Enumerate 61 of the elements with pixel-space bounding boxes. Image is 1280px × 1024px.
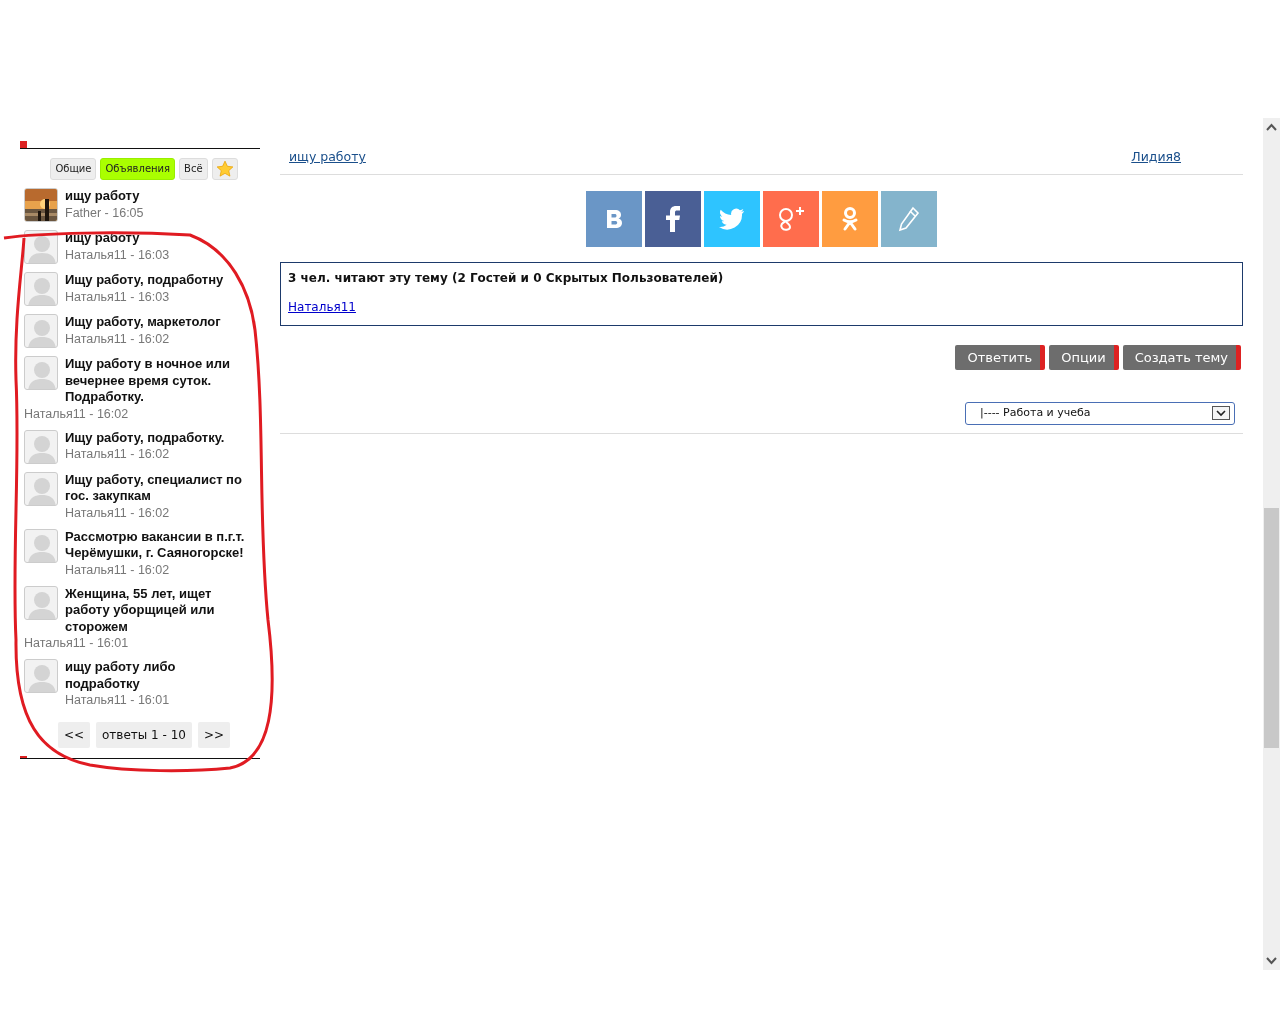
readers-heading: 3 чел. читают эту тему (2 Гостей и 0 Скрытых Пользователей) <box>288 270 725 286</box>
g-plus-icon <box>777 205 805 232</box>
facebook-share-button[interactable] <box>645 190 701 247</box>
action-button[interactable]: Ответить <box>955 344 1046 371</box>
scroll-up-icon[interactable] <box>1266 123 1277 131</box>
dropdown-icon <box>1212 406 1230 421</box>
topic-meta: Наталья11 - 16:03 <box>64 288 171 305</box>
topic-link[interactable]: ищу работу <box>65 188 260 205</box>
star-icon <box>215 160 234 178</box>
next-page-link[interactable]: >> <box>197 722 231 748</box>
topic-meta: Наталья11 - 16:02 <box>64 330 171 347</box>
filter-tab[interactable]: Объявления <box>100 158 176 180</box>
scrollbar[interactable] <box>1263 118 1280 970</box>
topic-link[interactable]: Ищу работу, специалист по гос. закупкам <box>65 471 260 505</box>
topic-link[interactable]: ищу работу <box>65 230 260 247</box>
edit-button[interactable] <box>881 190 937 247</box>
avatar-icon <box>24 659 58 693</box>
topic-link[interactable]: ищу работу либо подработку <box>65 659 260 692</box>
googleplus-share-button[interactable] <box>763 190 819 247</box>
sidebar-marker <box>20 141 27 148</box>
topic-meta: Father - 16:05 <box>64 204 145 221</box>
topic-meta: Наталья11 - 16:02 <box>64 446 171 462</box>
ok-person-icon <box>841 205 859 232</box>
sidebar-marker <box>20 756 27 758</box>
topic-meta: Наталья11 - 16:01 <box>64 692 171 708</box>
topic-link[interactable]: Ищу работу в ночное или вечернее время суток. Подработку. <box>65 356 260 406</box>
topic-meta: Наталья11 - 16:02 <box>64 561 171 578</box>
avatar-icon <box>24 272 58 306</box>
topic-link[interactable]: Ищу работу, маркетолог <box>65 314 260 331</box>
topic-meta: Наталья11 - 16:02 <box>24 405 130 422</box>
topic-link[interactable]: Женщина, 55 лет, ищет работу уборщицей или сторожем <box>65 585 260 635</box>
avatar-icon <box>24 314 58 348</box>
avatar-icon <box>24 429 58 464</box>
filter-tab[interactable]: Всё <box>179 158 208 180</box>
letter-f-icon <box>666 205 680 232</box>
topic-meta: Наталья11 - 16:01 <box>24 635 130 651</box>
bird-icon <box>719 207 745 230</box>
topic-link[interactable]: Ищу работу, подработку. <box>65 429 260 446</box>
filter-tab[interactable]: Общие <box>50 158 97 180</box>
action-button[interactable]: Создать тему <box>1122 344 1241 371</box>
avatar-icon <box>24 528 58 563</box>
action-button[interactable]: Опции <box>1049 344 1119 371</box>
prev-page-link[interactable]: << <box>57 722 91 748</box>
avatar-icon <box>24 585 58 620</box>
odnoklassniki-share-button[interactable] <box>822 190 878 247</box>
scroll-down-icon[interactable] <box>1266 957 1277 965</box>
topic-meta: Наталья11 - 16:02 <box>64 504 171 521</box>
favorites-button[interactable] <box>211 158 238 180</box>
topic-link[interactable]: ищу работу <box>289 148 366 167</box>
replies-link[interactable]: ответы 1 - 10 <box>96 722 192 748</box>
topic-link[interactable]: Рассмотрю вакансии в п.г.т. Черёмушки, г. Саяногорске! <box>65 528 260 562</box>
avatar-icon <box>24 471 58 506</box>
vk-share-button[interactable] <box>586 190 642 247</box>
scroll-thumb[interactable] <box>1264 508 1279 748</box>
topic-link[interactable]: Ищу работу, подработну <box>65 272 260 289</box>
avatar-icon <box>24 356 58 390</box>
topic-meta: Наталья11 - 16:03 <box>64 246 171 263</box>
user-link[interactable]: Наталья11 <box>288 300 356 315</box>
author-link[interactable]: Лидия8 <box>1131 148 1181 167</box>
forum-select[interactable]: |---- Работа и учеба <box>965 402 1235 425</box>
pencil-icon <box>897 205 921 232</box>
